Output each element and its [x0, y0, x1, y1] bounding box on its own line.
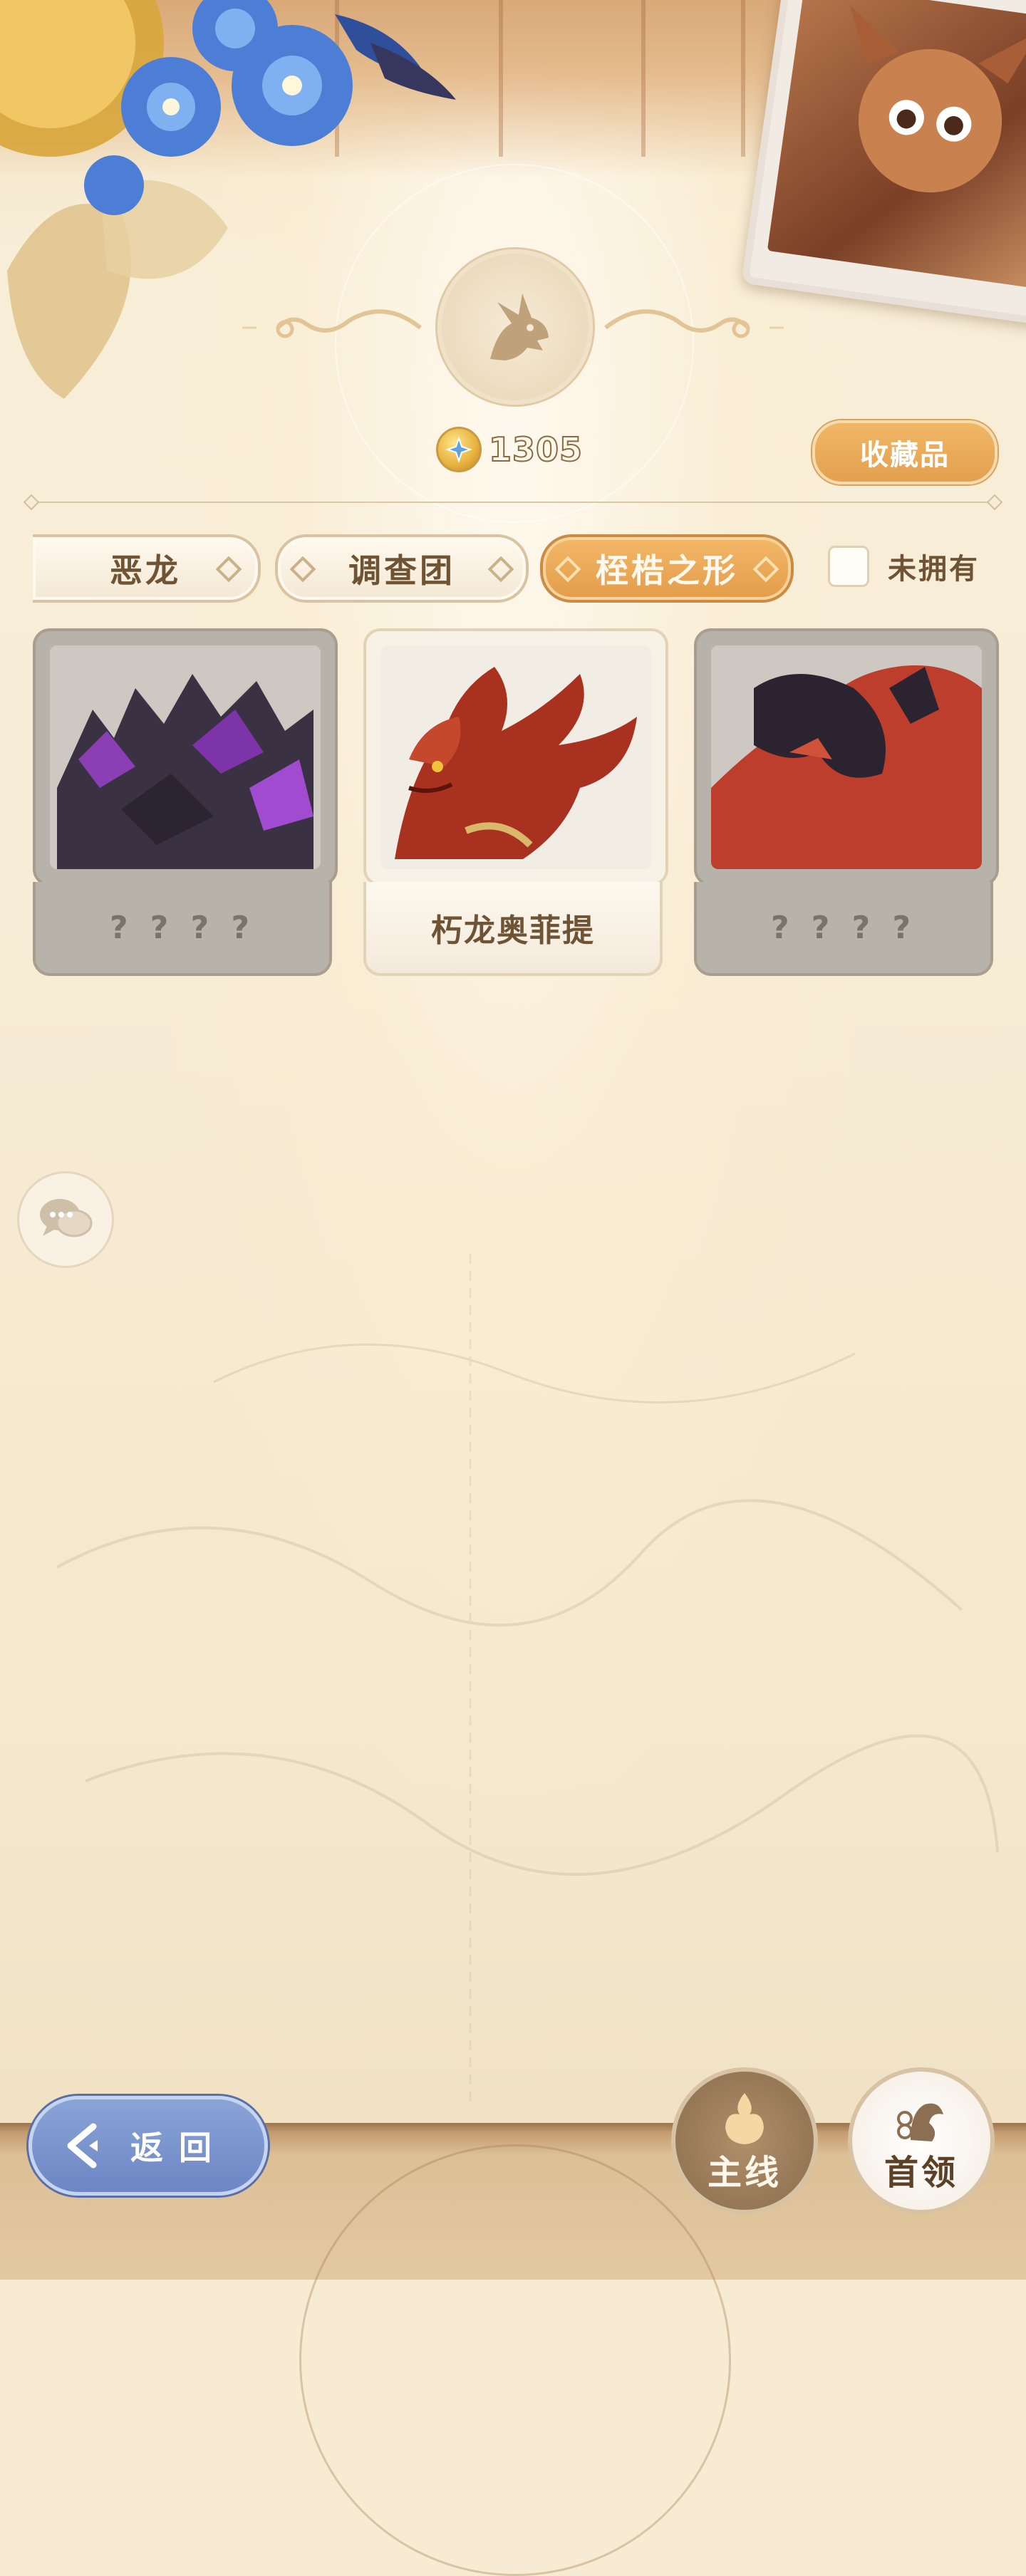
boss-chain-icon: [897, 2103, 943, 2141]
tab-label: 桎梏之形: [596, 551, 738, 590]
card-image: [50, 645, 321, 869]
chat-bubble-icon: [40, 1199, 93, 1237]
card-frame: [694, 628, 999, 886]
star-coin-icon: [436, 427, 482, 472]
main-story-button[interactable]: 主线: [671, 2067, 818, 2214]
diamond-icon: [752, 556, 779, 583]
card-name: ? ? ? ?: [694, 882, 993, 976]
unowned-checkbox[interactable]: [828, 546, 869, 587]
dragon-emblem: [437, 249, 593, 405]
collection-card[interactable]: 朽龙奥菲提: [363, 628, 668, 979]
unowned-filter[interactable]: 未拥有: [828, 546, 980, 587]
currency-display: 1305: [436, 425, 583, 474]
main-story-label: 主线: [707, 2153, 782, 2193]
portrait-photo: [741, 0, 1026, 327]
tab-evil-dragon[interactable]: 恶龙: [33, 534, 261, 603]
card-frame: [363, 628, 668, 886]
diamond-icon: [487, 556, 514, 583]
back-label: 返回: [130, 2129, 227, 2167]
boss-button[interactable]: 首领: [848, 2067, 995, 2214]
currency-amount: 1305: [488, 430, 584, 469]
flame-icon: [725, 2093, 764, 2144]
collections-button[interactable]: 收藏品: [812, 420, 998, 484]
ornament-left: [242, 309, 422, 338]
collection-card[interactable]: ? ? ? ?: [33, 628, 338, 979]
tab-investigation-team[interactable]: 调查团: [275, 534, 529, 603]
back-arrow-icon: [67, 2123, 98, 2169]
tab-label: 调查团: [348, 551, 455, 590]
card-image: [380, 645, 651, 869]
collection-card[interactable]: ? ? ? ?: [694, 628, 999, 979]
bottom-arc-decoration: [299, 2144, 731, 2576]
diamond-icon: [215, 556, 242, 583]
card-image: [711, 645, 982, 869]
section-divider: [28, 502, 998, 503]
card-frame: [33, 628, 338, 886]
chat-button[interactable]: [17, 1171, 114, 1268]
boss-label: 首领: [884, 2153, 958, 2193]
tab-label: 恶龙: [110, 551, 181, 590]
back-button[interactable]: 返回: [28, 2096, 268, 2196]
diamond-icon: [289, 556, 316, 583]
unowned-label: 未拥有: [888, 553, 980, 586]
map-background: [56, 1254, 999, 2109]
dragon-head-icon: [490, 294, 549, 360]
card-name: ? ? ? ?: [33, 882, 332, 976]
card-name: 朽龙奥菲提: [363, 882, 663, 976]
tab-shackled-forms[interactable]: 桎梏之形: [540, 534, 794, 603]
ornament-right: [604, 309, 784, 338]
diamond-icon: [554, 556, 581, 583]
